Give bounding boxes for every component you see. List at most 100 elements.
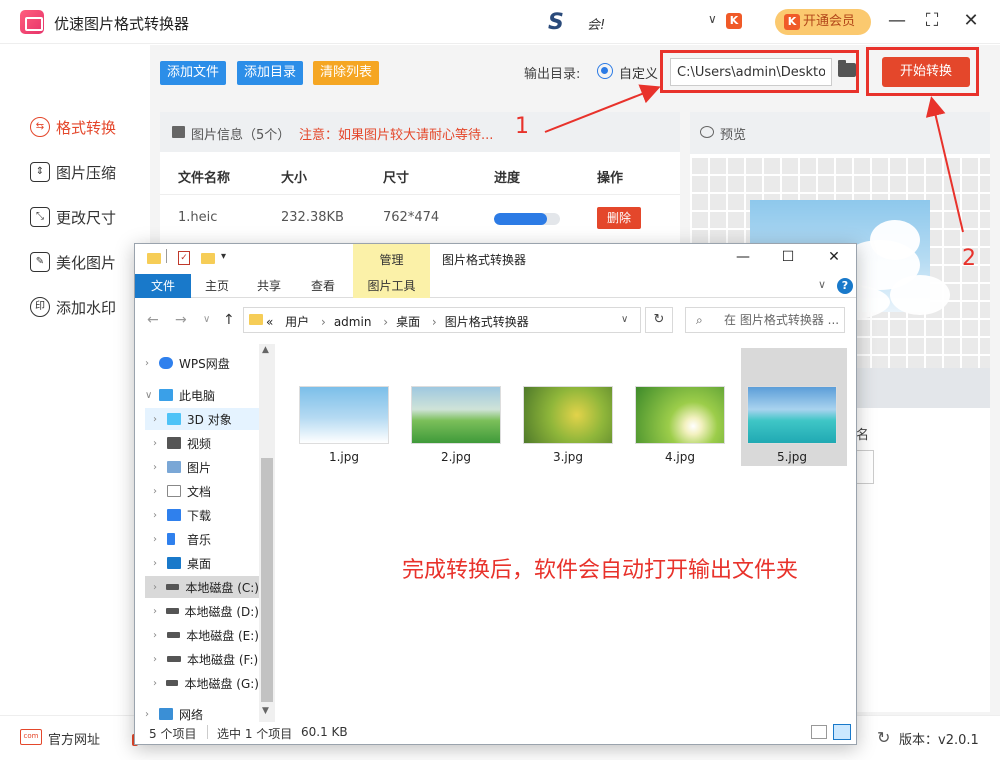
tab-picture-tools[interactable]: 图片工具: [353, 274, 430, 298]
file-name-4[interactable]: 4.jpg: [635, 450, 725, 464]
search-input[interactable]: 在 图片格式转换器 ...: [685, 307, 845, 333]
maximize-icon[interactable]: ⛶: [919, 8, 945, 34]
help-icon[interactable]: ?: [837, 278, 853, 294]
folder-icon[interactable]: [838, 60, 856, 77]
tree-label: 本地磁盘 (C:): [185, 580, 259, 595]
clear-list-button[interactable]: 清除列表: [313, 61, 380, 85]
tab-file[interactable]: 文件: [135, 274, 191, 298]
image-icon: [172, 126, 185, 138]
file-thumbnail-4[interactable]: [635, 386, 725, 444]
tree-item-desktop[interactable]: › 桌面: [145, 552, 259, 574]
large-icons-view-icon[interactable]: [833, 724, 851, 740]
tab-home[interactable]: 主页: [197, 274, 237, 298]
custom-radio-label[interactable]: 自定义: [619, 63, 658, 82]
file-name-2[interactable]: 2.jpg: [411, 450, 501, 464]
cell-file-name: 1.heic: [178, 210, 218, 225]
minimize-icon[interactable]: —: [884, 8, 910, 34]
file-info-warning: 注意：如果图片较大请耐心等待...: [299, 128, 494, 143]
vip-k-icon[interactable]: K: [726, 13, 742, 29]
drive-icon: [167, 656, 181, 662]
tab-view[interactable]: 查看: [303, 274, 343, 298]
refresh-icon[interactable]: ↻: [877, 728, 890, 747]
file-name-3[interactable]: 3.jpg: [523, 450, 613, 464]
breadcrumb-overflow[interactable]: «: [266, 315, 273, 329]
file-thumbnail-3[interactable]: [523, 386, 613, 444]
sidebar-item-resize[interactable]: ⤡ 更改尺寸: [30, 205, 150, 229]
tree-item-drive-e[interactable]: › 本地磁盘 (E:): [145, 624, 259, 646]
address-dropdown-icon[interactable]: ∨: [621, 314, 628, 325]
documents-icon: [167, 485, 181, 497]
back-arrow-icon[interactable]: ←: [147, 312, 159, 328]
up-arrow-icon[interactable]: ↑: [223, 312, 235, 328]
user-name[interactable]: 会!: [587, 14, 605, 33]
minimize-icon[interactable]: —: [733, 249, 753, 265]
tree-scrollbar-thumb[interactable]: [261, 458, 273, 702]
desktop-icon: [167, 557, 181, 569]
drive-icon: [165, 680, 179, 686]
new-folder-icon[interactable]: [201, 253, 215, 264]
tab-share[interactable]: 共享: [249, 274, 289, 298]
vip-button[interactable]: K 开通会员: [775, 9, 871, 35]
tree-item-downloads[interactable]: › 下载: [145, 504, 259, 526]
properties-icon[interactable]: ✓: [178, 251, 190, 265]
progress-bar: [494, 213, 560, 225]
add-file-button[interactable]: 添加文件: [160, 61, 227, 85]
file-thumbnail-2[interactable]: [411, 386, 501, 444]
forward-arrow-icon[interactable]: →: [175, 312, 187, 328]
sidebar-item-compress[interactable]: ⇕ 图片压缩: [30, 160, 150, 184]
highlight-box-start: [866, 47, 979, 96]
sidebar-item-watermark[interactable]: 印添加水印: [30, 295, 150, 319]
close-icon[interactable]: ✕: [958, 8, 984, 34]
tree-item-pictures[interactable]: › 图片: [145, 456, 259, 478]
scroll-down-icon[interactable]: ▼: [262, 706, 269, 716]
network-icon: [159, 708, 173, 720]
ribbon-collapse-icon[interactable]: ∨: [818, 278, 826, 291]
tree-item-this-pc[interactable]: ∨ 此电脑: [145, 384, 255, 406]
file-name-5[interactable]: 5.jpg: [747, 450, 837, 464]
tree-item-music[interactable]: › 音乐: [145, 528, 259, 550]
file-thumbnail-1[interactable]: [299, 386, 389, 444]
breadcrumb-item[interactable]: admin: [334, 315, 372, 329]
breadcrumb-item[interactable]: 图片格式转换器: [445, 315, 529, 329]
tree-label: 文档: [187, 484, 212, 499]
tree-item-drive-f[interactable]: › 本地磁盘 (F:): [145, 648, 259, 670]
recent-locations-icon[interactable]: ∨: [203, 314, 210, 325]
refresh-icon[interactable]: ↻: [645, 307, 673, 333]
add-directory-button[interactable]: 添加目录: [237, 61, 304, 85]
file-name-1[interactable]: 1.jpg: [299, 450, 389, 464]
sidebar-item-convert[interactable]: ⇆ 格式转换: [30, 115, 150, 139]
maximize-icon[interactable]: ☐: [778, 249, 798, 265]
chevron-down-icon[interactable]: ∨: [708, 12, 717, 26]
tree-item-drive-g[interactable]: › 本地磁盘 (G:): [145, 672, 259, 694]
close-icon[interactable]: ✕: [824, 249, 844, 265]
website-icon[interactable]: com: [20, 729, 42, 745]
tree-item-drive-d[interactable]: › 本地磁盘 (D:): [145, 600, 259, 622]
file-thumbnail-5[interactable]: [747, 386, 837, 444]
delete-button[interactable]: 删除: [597, 207, 641, 229]
tab-manage[interactable]: 管理: [353, 244, 430, 274]
tree-label: 网络: [179, 707, 204, 722]
breadcrumb[interactable]: « 用户 › admin › 桌面 › 图片格式转换器: [266, 313, 529, 330]
tree-item-drive-c[interactable]: › 本地磁盘 (C:): [145, 576, 259, 598]
breadcrumb-item[interactable]: 用户: [285, 315, 309, 329]
tree-item-documents[interactable]: › 文档: [145, 480, 259, 502]
tree-item-wps[interactable]: › WPS网盘: [145, 352, 255, 374]
column-header-progress: 进度: [494, 171, 521, 186]
vip-label: 开通会员: [803, 14, 856, 29]
scroll-up-icon[interactable]: ▲: [262, 345, 269, 355]
official-site-link[interactable]: 官方网址: [48, 729, 100, 748]
tree-label: 本地磁盘 (F:): [187, 652, 259, 667]
details-view-icon[interactable]: [811, 725, 827, 739]
customize-qa-icon[interactable]: ▾: [221, 251, 226, 262]
tree-item-video[interactable]: › 视频: [145, 432, 259, 454]
app-title: 优速图片格式转换器: [54, 15, 190, 33]
beautify-icon: ✎: [30, 252, 50, 272]
watermark-icon: 印: [30, 297, 50, 317]
custom-radio[interactable]: [597, 63, 613, 79]
video-icon: [167, 437, 181, 449]
ribbon: [135, 274, 856, 298]
breadcrumb-item[interactable]: 桌面: [396, 315, 420, 329]
sidebar-item-beautify[interactable]: ✎ 美化图片: [30, 250, 150, 274]
annotation-step-2: 2: [962, 246, 976, 271]
tree-item-3d[interactable]: › 3D 对象: [145, 408, 259, 430]
